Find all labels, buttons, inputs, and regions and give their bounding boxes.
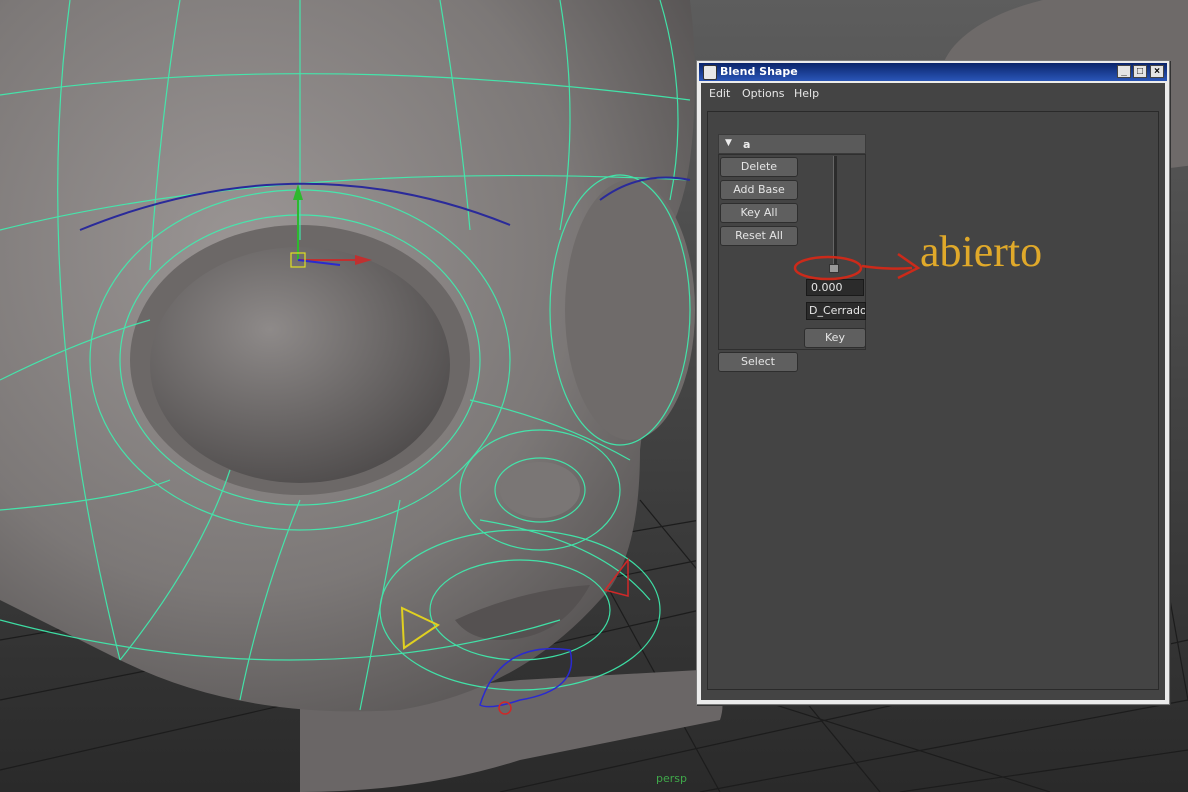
weight-value-field[interactable]: 0.000 bbox=[806, 279, 864, 296]
maya-app-icon bbox=[703, 65, 717, 80]
window-title: Blend Shape bbox=[720, 65, 798, 78]
add-base-button[interactable]: Add Base bbox=[720, 180, 798, 200]
annotation-label: abierto bbox=[920, 227, 1043, 276]
key-all-button[interactable]: Key All bbox=[720, 203, 798, 223]
blend-node-header[interactable]: ▼ a bbox=[718, 134, 866, 154]
collapse-triangle-icon[interactable]: ▼ bbox=[725, 138, 732, 148]
key-button[interactable]: Key bbox=[804, 328, 866, 348]
blend-shape-window[interactable]: Blend Shape _ □ × Edit Options Help ▼ a … bbox=[696, 60, 1170, 705]
menu-help[interactable]: Help bbox=[794, 87, 819, 100]
menu-edit[interactable]: Edit bbox=[709, 87, 730, 100]
minimize-button[interactable]: _ bbox=[1117, 65, 1131, 78]
maximize-button[interactable]: □ bbox=[1133, 65, 1147, 78]
menu-options[interactable]: Options bbox=[742, 87, 784, 100]
menu-bar: Edit Options Help bbox=[701, 83, 1165, 105]
target-name-label: D_Cerrado bbox=[806, 302, 866, 320]
nose bbox=[500, 462, 580, 518]
select-button[interactable]: Select bbox=[718, 352, 798, 372]
eyeball bbox=[150, 247, 450, 483]
window-titlebar[interactable]: Blend Shape _ □ × bbox=[699, 63, 1167, 81]
blend-shape-panel: ▼ a Delete Add Base Key All Reset All 0.… bbox=[707, 111, 1159, 690]
close-button[interactable]: × bbox=[1150, 65, 1164, 78]
window-body: Edit Options Help ▼ a Delete Add Base Ke… bbox=[701, 83, 1165, 700]
blend-node-name: a bbox=[743, 138, 751, 151]
weight-slider-track[interactable] bbox=[833, 156, 837, 266]
camera-label: persp bbox=[656, 772, 687, 785]
reset-all-button[interactable]: Reset All bbox=[720, 226, 798, 246]
weight-slider-handle[interactable] bbox=[829, 264, 839, 273]
character-ear bbox=[565, 180, 695, 440]
delete-button[interactable]: Delete bbox=[720, 157, 798, 177]
